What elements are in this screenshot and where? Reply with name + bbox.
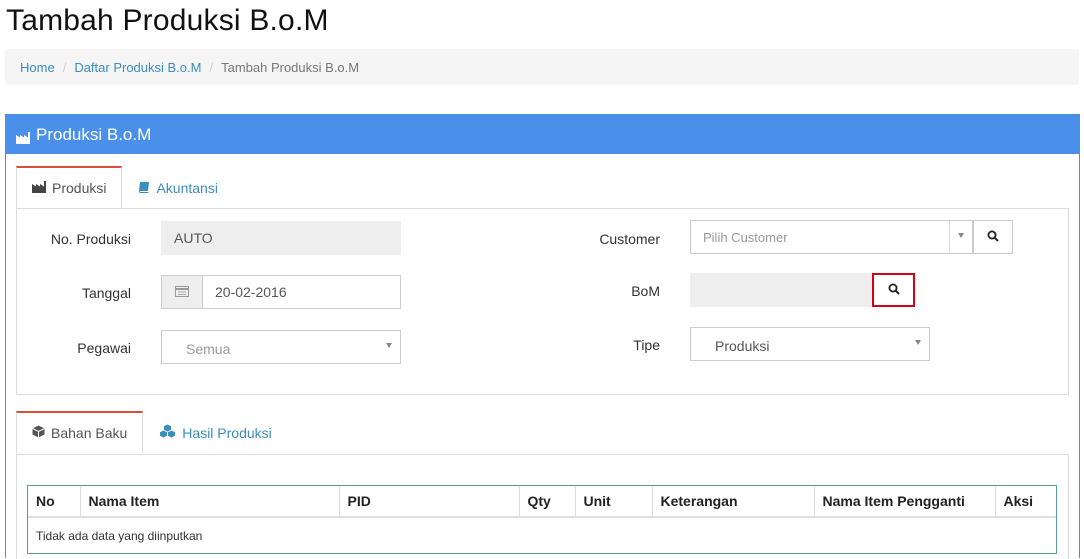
column-header: Unit <box>575 486 653 518</box>
column-header: Nama Item Pengganti <box>814 486 996 518</box>
produksi-tab-content: No. Produksi AUTO Tanggal 20-02-2016 Peg… <box>16 208 1069 395</box>
panel-header: Produksi B.o.M <box>6 115 1079 154</box>
production-panel: Produksi B.o.M Produksi Akuntansi No. Pr… <box>5 114 1080 559</box>
top-tabs: Produksi Akuntansi <box>16 166 234 209</box>
cubes-icon <box>159 424 176 441</box>
no-produksi-label: No. Produksi <box>50 231 131 247</box>
column-header: Aksi <box>995 486 1056 518</box>
factory-icon <box>32 180 46 196</box>
items-table-wrapper: No Nama Item PID Qty Unit Keterangan Nam… <box>27 485 1057 554</box>
breadcrumb-home-link[interactable]: Home <box>20 60 55 75</box>
tab-produksi[interactable]: Produksi <box>16 166 123 209</box>
select-divider <box>949 221 950 253</box>
calendar-icon <box>175 284 189 300</box>
pegawai-value: Semua <box>186 341 231 357</box>
panel-title: Produksi B.o.M <box>36 124 152 144</box>
tab-hasil-produksi-label: Hasil Produksi <box>182 424 272 441</box>
bom-search-button[interactable] <box>872 273 915 307</box>
tipe-select[interactable]: Produksi <box>690 327 930 361</box>
table-row: Tidak ada data yang diinputkan <box>28 517 1056 553</box>
breadcrumb-list-link[interactable]: Daftar Produksi B.o.M <box>74 60 201 75</box>
tab-hasil-produksi[interactable]: Hasil Produksi <box>143 411 287 454</box>
search-icon <box>888 282 900 298</box>
chevron-down-icon <box>958 233 964 238</box>
customer-label: Customer <box>599 231 660 247</box>
customer-search-button[interactable] <box>973 220 1013 254</box>
no-produksi-value: AUTO <box>174 230 213 246</box>
tanggal-label: Tanggal <box>81 285 131 301</box>
tab-bahan-baku[interactable]: Bahan Baku <box>16 411 144 454</box>
column-header: Nama Item <box>80 486 340 518</box>
customer-placeholder: Pilih Customer <box>703 229 788 245</box>
column-header: Qty <box>519 486 576 518</box>
pegawai-select[interactable]: Semua <box>161 330 401 364</box>
book-icon <box>138 180 150 196</box>
cube-icon <box>32 425 45 441</box>
tab-akuntansi-label: Akuntansi <box>156 179 218 196</box>
items-table: No Nama Item PID Qty Unit Keterangan Nam… <box>28 486 1056 553</box>
bom-label: BoM <box>631 283 660 299</box>
breadcrumb-current: Tambah Produksi B.o.M <box>221 59 360 75</box>
chevron-down-icon <box>386 343 392 348</box>
pegawai-label: Pegawai <box>77 340 131 356</box>
tab-produksi-label: Produksi <box>52 180 107 196</box>
table-header-row: No Nama Item PID Qty Unit Keterangan Nam… <box>28 486 1056 518</box>
tab-akuntansi[interactable]: Akuntansi <box>122 166 233 209</box>
page-title: Tambah Produksi B.o.M <box>6 4 329 37</box>
empty-table-message: Tidak ada data yang diinputkan <box>36 528 203 543</box>
tipe-value: Produksi <box>715 338 770 354</box>
factory-icon <box>16 129 30 144</box>
tanggal-value: 20-02-2016 <box>215 284 287 300</box>
column-header: Keterangan <box>652 486 815 518</box>
calendar-addon[interactable] <box>161 275 203 309</box>
customer-select[interactable]: Pilih Customer <box>690 220 973 254</box>
no-produksi-field: AUTO <box>161 221 401 255</box>
breadcrumb-separator: / <box>62 59 67 75</box>
bahan-baku-tab-content: No Nama Item PID Qty Unit Keterangan Nam… <box>16 454 1069 559</box>
breadcrumb: Home / Daftar Produksi B.o.M / Tambah Pr… <box>5 49 1079 85</box>
search-icon <box>987 229 999 245</box>
column-header: No <box>28 486 81 518</box>
chevron-down-icon <box>915 340 921 345</box>
bottom-tabs: Bahan Baku Hasil Produksi <box>16 411 288 454</box>
breadcrumb-separator: / <box>209 59 214 75</box>
column-header: PID <box>339 486 520 518</box>
tipe-label: Tipe <box>633 337 660 353</box>
bom-field <box>690 273 872 307</box>
tanggal-input[interactable]: 20-02-2016 <box>202 275 401 309</box>
tab-bahan-baku-label: Bahan Baku <box>51 425 128 441</box>
